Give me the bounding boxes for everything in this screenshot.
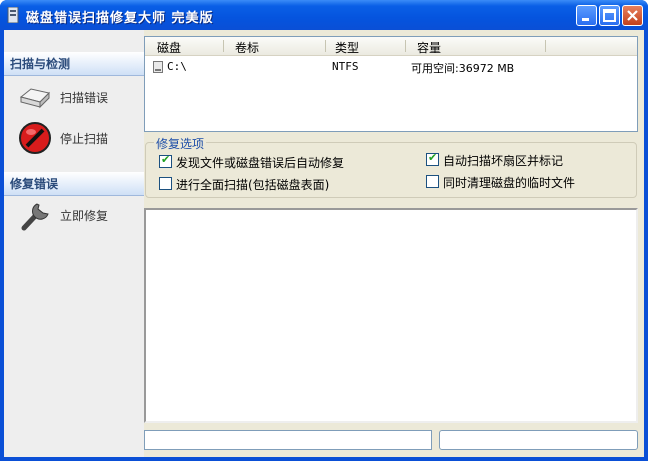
stop-scan-button[interactable]: 停止扫描 <box>18 121 138 155</box>
check-mark-icon: ✔ <box>428 151 438 164</box>
maximize-button[interactable] <box>599 5 620 26</box>
sidebar: 扫描与检测 扫描错误 停止扫描 修复错误 立即修复 <box>4 30 144 457</box>
window-title: 磁盘错误扫描修复大师 完美版 <box>26 11 214 26</box>
col-disk[interactable]: 磁盘 <box>157 39 181 56</box>
col-divider <box>325 40 326 52</box>
col-divider <box>223 40 224 52</box>
checkbox-box: ✔ <box>159 153 172 168</box>
col-type[interactable]: 类型 <box>335 39 359 56</box>
stop-scan-label: 停止扫描 <box>60 132 109 146</box>
app-window: 磁盘错误扫描修复大师 完美版 扫描与检测 扫描错误 停止扫描 修复错误 立即修复… <box>0 0 648 461</box>
check-mark-icon: ✔ <box>161 153 171 166</box>
row-disk: C:\ <box>167 60 187 73</box>
wrench-icon <box>21 203 49 231</box>
checkbox-box <box>159 177 172 190</box>
bad-sector-label: 自动扫描坏扇区并标记 <box>443 154 564 168</box>
minimize-icon <box>582 18 589 21</box>
clean-temp-label: 同时清理磁盘的临时文件 <box>443 176 576 190</box>
status-field <box>144 430 432 450</box>
title-bar[interactable]: 磁盘错误扫描修复大师 完美版 <box>0 0 648 30</box>
hard-disk-icon <box>19 88 50 109</box>
minimize-button[interactable] <box>576 5 597 26</box>
section-scan-detect: 扫描与检测 <box>4 52 144 76</box>
row-capacity: 可用空间:36972 MB <box>411 62 515 75</box>
stop-icon <box>19 122 51 154</box>
scan-errors-button[interactable]: 扫描错误 <box>18 80 138 114</box>
log-output-area[interactable] <box>144 208 638 423</box>
progress-field <box>439 430 638 450</box>
auto-fix-label: 发现文件或磁盘错误后自动修复 <box>176 156 345 170</box>
col-divider <box>405 40 406 52</box>
repair-now-button[interactable]: 立即修复 <box>18 198 138 232</box>
checkbox-box <box>426 175 439 188</box>
col-capacity[interactable]: 容量 <box>417 39 441 56</box>
repair-now-label: 立即修复 <box>60 209 109 223</box>
close-icon <box>627 10 638 21</box>
full-scan-label: 进行全面扫描(包括磁盘表面) <box>176 178 330 192</box>
drive-icon <box>153 61 163 73</box>
scan-errors-label: 扫描错误 <box>60 91 109 105</box>
section-repair: 修复错误 <box>4 172 144 196</box>
disk-list-header: 磁盘 卷标 类型 容量 <box>145 37 637 56</box>
repair-options-legend: 修复选项 <box>154 135 207 152</box>
table-row[interactable]: C:\ NTFS 可用空间:36972 MB <box>145 59 637 75</box>
app-icon <box>7 7 19 23</box>
col-label[interactable]: 卷标 <box>235 39 259 56</box>
disk-list[interactable]: 磁盘 卷标 类型 容量 C:\ NTFS 可用空间:36972 MB <box>144 36 638 132</box>
client-area: 扫描与检测 扫描错误 停止扫描 修复错误 立即修复 磁盘 卷标 类型 容量 C:… <box>4 30 644 457</box>
close-button[interactable] <box>622 5 643 26</box>
row-type: NTFS <box>332 60 359 73</box>
maximize-icon <box>603 9 616 22</box>
col-divider <box>545 40 546 52</box>
checkbox-box: ✔ <box>426 151 439 166</box>
